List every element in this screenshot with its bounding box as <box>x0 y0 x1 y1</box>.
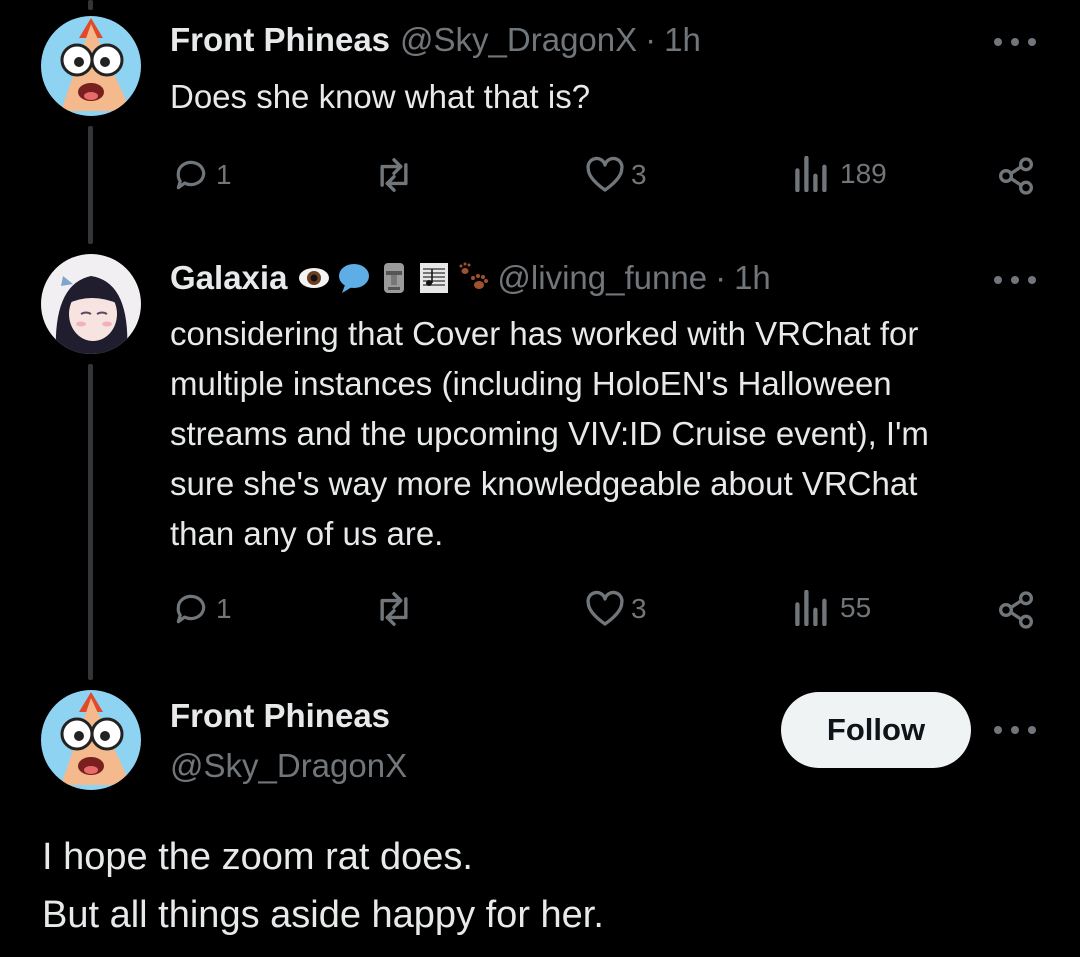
tweet-text-line: I hope the zoom rat does. <box>42 836 473 878</box>
repost-button[interactable] <box>372 156 416 194</box>
tweet-text-line: streams and the upcoming VIV:ID Cruise e… <box>170 415 929 452</box>
phineas-avatar-image <box>41 16 141 116</box>
views-button[interactable]: 55 <box>792 590 871 626</box>
repost-icon <box>380 592 408 626</box>
sheet-music-emoji <box>417 261 451 295</box>
reply-button[interactable]: 1 <box>172 156 232 194</box>
follow-button[interactable]: Follow <box>781 692 971 768</box>
galaxia-avatar-image <box>41 254 141 354</box>
author-name[interactable]: Galaxia <box>170 258 287 298</box>
like-count: 3 <box>631 159 647 190</box>
tweet-header: Galaxia @living_funne · 1h <box>170 258 771 298</box>
repost-icon <box>380 158 408 192</box>
reply-count: 1 <box>216 159 232 190</box>
tweet-text-line: Does she know what that is? <box>170 78 591 115</box>
share-icon <box>998 157 1034 195</box>
moai-emoji <box>377 261 411 295</box>
author-handle[interactable]: @living_funne <box>497 258 707 298</box>
thread-line <box>88 126 93 244</box>
timestamp[interactable]: 1h <box>664 20 701 60</box>
heart-icon <box>586 156 624 192</box>
more-options-icon[interactable] <box>994 270 1036 290</box>
action-bar: 1 3 55 <box>170 590 1040 634</box>
tweet-text: Does she know what that is? <box>170 72 1040 122</box>
author-handle[interactable]: @Sky_DragonX <box>400 20 637 60</box>
tweet-header: Front Phineas @Sky_DragonX · 1h <box>170 20 701 60</box>
paw-prints-emoji <box>457 261 491 295</box>
tweet-text-line: considering that Cover has worked with V… <box>170 315 919 352</box>
avatar-front-phineas[interactable] <box>41 16 141 116</box>
tweet-text: I hope the zoom rat does. But all things… <box>42 828 604 944</box>
tweet-text-line: multiple instances (including HoloEN's H… <box>170 365 892 402</box>
views-chart-icon <box>795 156 827 192</box>
more-options-icon[interactable] <box>994 32 1036 52</box>
view-count: 189 <box>840 158 887 189</box>
speech-bubble-emoji <box>337 261 371 295</box>
reply-icon <box>176 594 206 624</box>
share-button[interactable] <box>996 590 1036 630</box>
thread-line <box>88 364 93 680</box>
eye-emoji <box>297 261 331 295</box>
action-bar: 1 3 189 <box>170 156 1040 200</box>
like-button[interactable]: 3 <box>585 590 647 628</box>
like-button[interactable]: 3 <box>585 156 647 194</box>
phineas-avatar-image <box>41 690 141 790</box>
tweet-text-line: But all things aside happy for her. <box>42 894 604 936</box>
avatar-front-phineas[interactable] <box>41 690 141 790</box>
author-handle[interactable]: @Sky_DragonX <box>170 746 407 786</box>
repost-button[interactable] <box>372 590 416 628</box>
tweet-text: considering that Cover has worked with V… <box>170 309 1040 559</box>
more-options-icon[interactable] <box>994 720 1036 740</box>
share-icon <box>998 591 1034 629</box>
reply-button[interactable]: 1 <box>172 590 232 628</box>
like-count: 3 <box>631 593 647 624</box>
heart-icon <box>586 590 624 626</box>
views-chart-icon <box>795 590 827 626</box>
thread-line <box>88 0 93 10</box>
share-button[interactable] <box>996 156 1036 196</box>
author-name[interactable]: Front Phineas <box>170 696 390 736</box>
author-name[interactable]: Front Phineas <box>170 20 390 60</box>
views-button[interactable]: 189 <box>792 156 887 192</box>
tweet-text-line: sure she's way more knowledgeable about … <box>170 465 918 502</box>
reply-count: 1 <box>216 593 232 624</box>
avatar-galaxia[interactable] <box>41 254 141 354</box>
timestamp[interactable]: 1h <box>734 258 771 298</box>
reply-icon <box>176 160 206 190</box>
view-count: 55 <box>840 592 872 623</box>
separator-dot: · <box>645 21 657 58</box>
tweet-text-line: than any of us are. <box>170 515 444 552</box>
separator-dot: · <box>715 259 727 296</box>
